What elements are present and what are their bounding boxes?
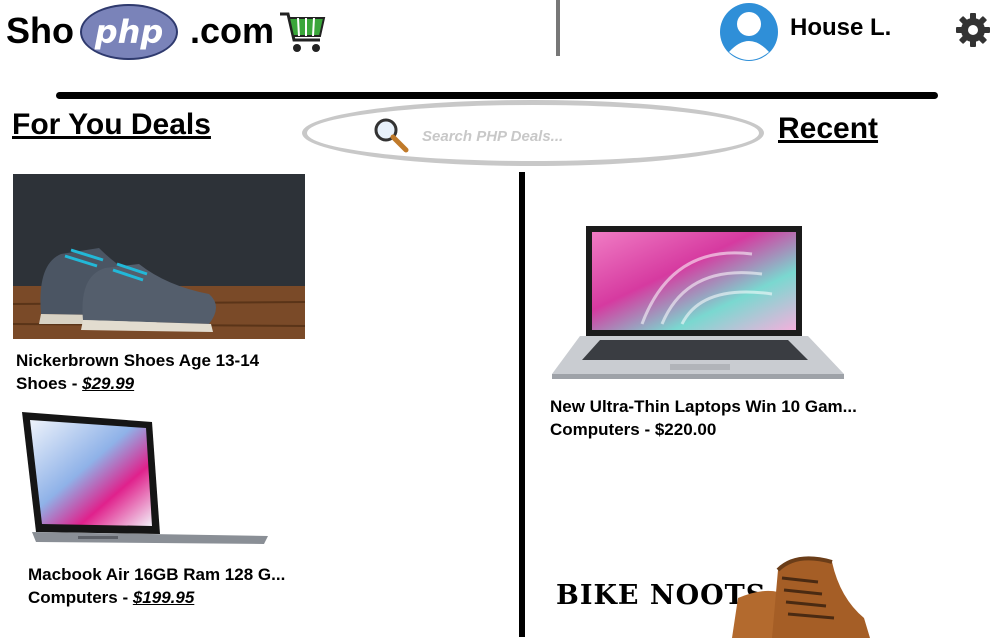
deal-1-meta: Shoes - $29.99: [16, 374, 134, 394]
gear-icon[interactable]: [955, 12, 991, 48]
magnifier-icon[interactable]: [372, 116, 410, 154]
macbook-product-image[interactable]: [18, 410, 268, 550]
logo-text-left[interactable]: Sho: [6, 10, 74, 52]
user-avatar-icon[interactable]: [718, 2, 780, 62]
username-label[interactable]: House L.: [790, 14, 891, 42]
deal-1-category: Shoes: [16, 374, 68, 393]
recent-1-category: Computers: [550, 420, 640, 439]
boots-product-image[interactable]: [722, 548, 872, 638]
logo-text-right[interactable]: .com: [190, 10, 274, 52]
deal-2-category: Computers: [28, 588, 118, 607]
deal-2-price[interactable]: $199.95: [133, 588, 194, 607]
deal-2-title[interactable]: Macbook Air 16GB Ram 128 G...: [28, 565, 285, 585]
shopping-cart-icon[interactable]: [278, 10, 326, 54]
deal-1-separator: -: [67, 374, 83, 393]
recent-title[interactable]: Recent: [778, 112, 878, 146]
ultrathin-laptop-product-image[interactable]: [552, 224, 848, 382]
deal-2-meta: Computers - $199.95: [28, 588, 194, 608]
search-input[interactable]: [420, 124, 724, 148]
recent-1-price[interactable]: $220.00: [655, 420, 716, 439]
deal-1-price[interactable]: $29.99: [82, 374, 134, 393]
deal-1-title[interactable]: Nickerbrown Shoes Age 13-14: [16, 351, 259, 371]
header-rule: [56, 92, 938, 99]
deal-2-separator: -: [117, 588, 133, 607]
for-you-deals-title[interactable]: For You Deals: [12, 108, 211, 142]
logo-php-badge[interactable]: php: [80, 4, 178, 60]
shoes-product-image[interactable]: [13, 174, 305, 339]
header-divider: [556, 0, 560, 56]
recent-1-meta: Computers - $220.00: [550, 420, 716, 440]
recent-1-separator: -: [639, 420, 655, 439]
recent-1-title[interactable]: New Ultra-Thin Laptops Win 10 Gam...: [550, 397, 857, 417]
column-divider: [519, 172, 525, 637]
